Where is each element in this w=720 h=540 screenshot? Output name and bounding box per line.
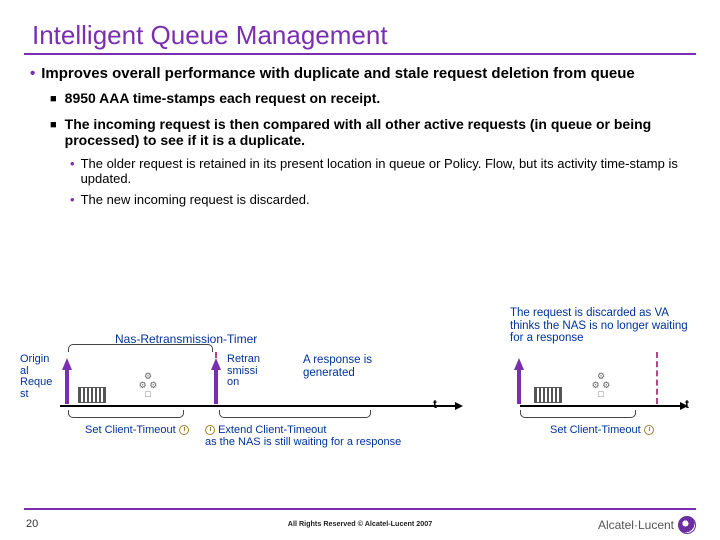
response-generated-label: A response is generated xyxy=(303,354,403,379)
bullet-level2a-text: 8950 AAA time-stamps each request on rec… xyxy=(65,90,381,108)
discarded-label: The request is discarded as VA thinks th… xyxy=(510,307,700,345)
time-axis-2 xyxy=(520,405,680,407)
processing-icon: ⚙︎⚙︎ ⚙︎□ xyxy=(583,372,619,402)
bullet-level3b: • The new incoming request is discarded. xyxy=(24,192,696,207)
brand-name: Alcatel·Lucent xyxy=(598,518,674,532)
bullet-level3b-text: The new incoming request is discarded. xyxy=(81,192,310,207)
original-request-label: Origin al Reque st xyxy=(20,354,60,400)
square-bullet-icon: ■ xyxy=(50,116,57,148)
dashed-marker xyxy=(656,352,658,404)
time-axis-t-label: t xyxy=(433,397,437,411)
slide-title: Intelligent Queue Management xyxy=(24,20,696,55)
swirl-icon xyxy=(678,516,696,534)
set-client-timeout-label-2: Set Client-Timeout xyxy=(550,424,654,436)
bullet-level2b-text: The incoming request is then compared wi… xyxy=(65,116,696,148)
bullet-level1: • Improves overall performance with dupl… xyxy=(24,65,696,82)
square-bullet-icon: ■ xyxy=(50,90,57,108)
bullet-dot-icon: • xyxy=(70,156,75,186)
bullet-level3a-text: The older request is retained in its pre… xyxy=(81,156,696,186)
nas-retransmission-label: Nas-Retransmission-Timer xyxy=(115,332,257,346)
time-axis-1 xyxy=(60,405,455,407)
timeline-diagram: Nas-Retransmission-Timer Origin al Reque… xyxy=(20,320,696,470)
retransmission-label: Retran smissi on xyxy=(227,354,271,389)
processing-icon: ⚙︎⚙︎ ⚙︎□ xyxy=(130,372,166,402)
clock-icon xyxy=(179,425,189,435)
arrow-stem xyxy=(65,370,69,404)
bullet-level3a: • The older request is retained in its p… xyxy=(24,156,696,186)
arrow-up-icon xyxy=(514,358,524,370)
set-client-timeout-text: Set Client-Timeout xyxy=(550,424,641,436)
time-axis-t-label: t xyxy=(685,397,689,411)
arrow-stem xyxy=(517,370,521,404)
brace-bottom xyxy=(520,410,636,418)
arrow-up-icon xyxy=(211,358,221,370)
extend-client-timeout-label: Extend Client-Timeout as the NAS is stil… xyxy=(205,424,405,448)
queue-icon xyxy=(78,387,106,403)
bullet-dot-icon: • xyxy=(30,65,35,82)
bullet-level2b: ■ The incoming request is then compared … xyxy=(24,116,696,148)
brace-bottom xyxy=(219,410,371,418)
set-client-timeout-text: Set Client-Timeout xyxy=(85,424,176,436)
brand-logo: Alcatel·Lucent xyxy=(598,516,696,534)
clock-icon xyxy=(644,425,654,435)
extend-client-timeout-text: Extend Client-Timeout as the NAS is stil… xyxy=(205,424,401,448)
bullet-level2a: ■ 8950 AAA time-stamps each request on r… xyxy=(24,90,696,108)
clock-icon xyxy=(205,425,215,435)
footer-rule xyxy=(24,508,696,510)
arrow-stem xyxy=(214,370,218,404)
arrow-up-icon xyxy=(62,358,72,370)
set-client-timeout-label-1: Set Client-Timeout xyxy=(85,424,189,436)
brace-bottom xyxy=(68,410,184,418)
queue-icon xyxy=(534,387,562,403)
bullet-dot-icon: • xyxy=(70,192,75,207)
bullet-level1-text: Improves overall performance with duplic… xyxy=(41,65,634,82)
